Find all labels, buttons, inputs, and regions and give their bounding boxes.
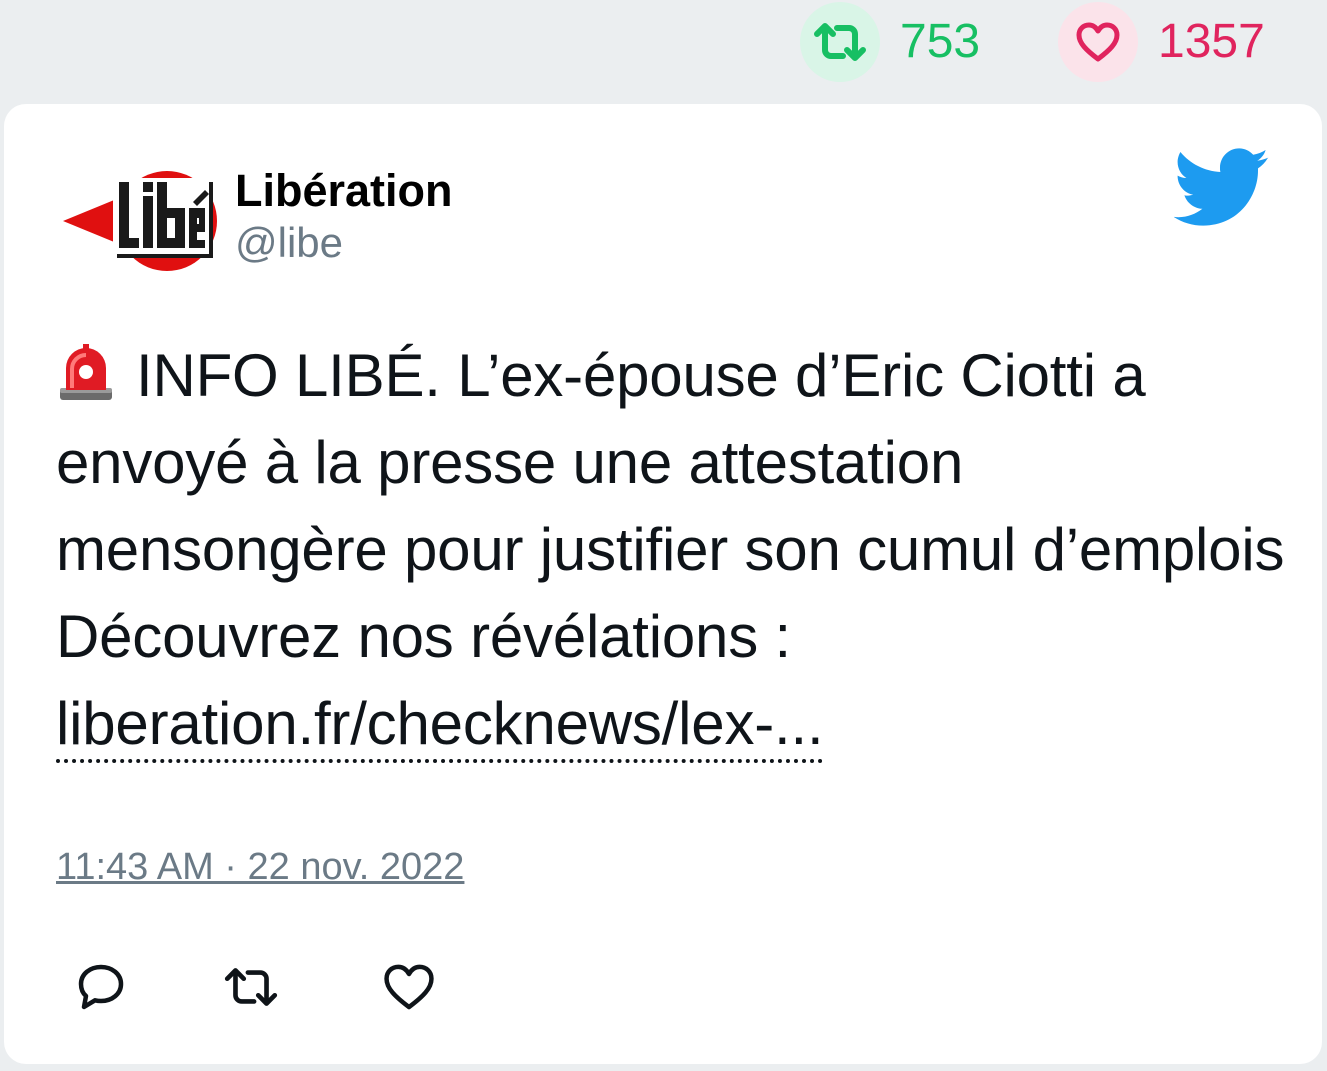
tweet-link[interactable]: liberation.fr/checknews/lex-... xyxy=(56,690,824,763)
retweet-button[interactable] xyxy=(224,962,278,1016)
author-handle[interactable]: @libe xyxy=(235,219,453,266)
libe-logo-avatar[interactable] xyxy=(59,162,221,280)
retweet-icon[interactable] xyxy=(800,2,880,82)
like-count: 1357 xyxy=(1158,15,1265,68)
tweet-actions xyxy=(74,962,436,1016)
rotating-light-siren-icon xyxy=(56,338,116,400)
tweet-body: INFO LIBÉ. L’ex-épouse d’Eric Ciotti a e… xyxy=(56,342,1285,670)
author-info[interactable]: Libération @libe xyxy=(235,166,453,266)
retweet-count: 753 xyxy=(900,15,981,68)
heart-action-icon xyxy=(383,963,435,1016)
like-button[interactable] xyxy=(382,962,436,1016)
twitter-bird-icon[interactable] xyxy=(1173,148,1270,228)
tweet-card: Libération @libe INFO LIBÉ. L’ex-épouse … xyxy=(4,104,1322,1064)
like-stat[interactable]: 1357 xyxy=(1058,0,1265,84)
heart-icon[interactable] xyxy=(1058,2,1138,82)
retweet-action-icon xyxy=(221,964,281,1015)
retweet-stat[interactable]: 753 xyxy=(800,0,980,84)
reply-button[interactable] xyxy=(74,962,128,1016)
engagement-stats-bar: 753 1357 xyxy=(0,0,1327,86)
tweet-timestamp[interactable]: 11:43 AM · 22 nov. 2022 xyxy=(56,846,464,889)
tweet-text: INFO LIBÉ. L’ex-épouse d’Eric Ciotti a e… xyxy=(56,332,1296,767)
author-name[interactable]: Libération xyxy=(235,166,453,216)
reply-icon xyxy=(76,962,126,1017)
